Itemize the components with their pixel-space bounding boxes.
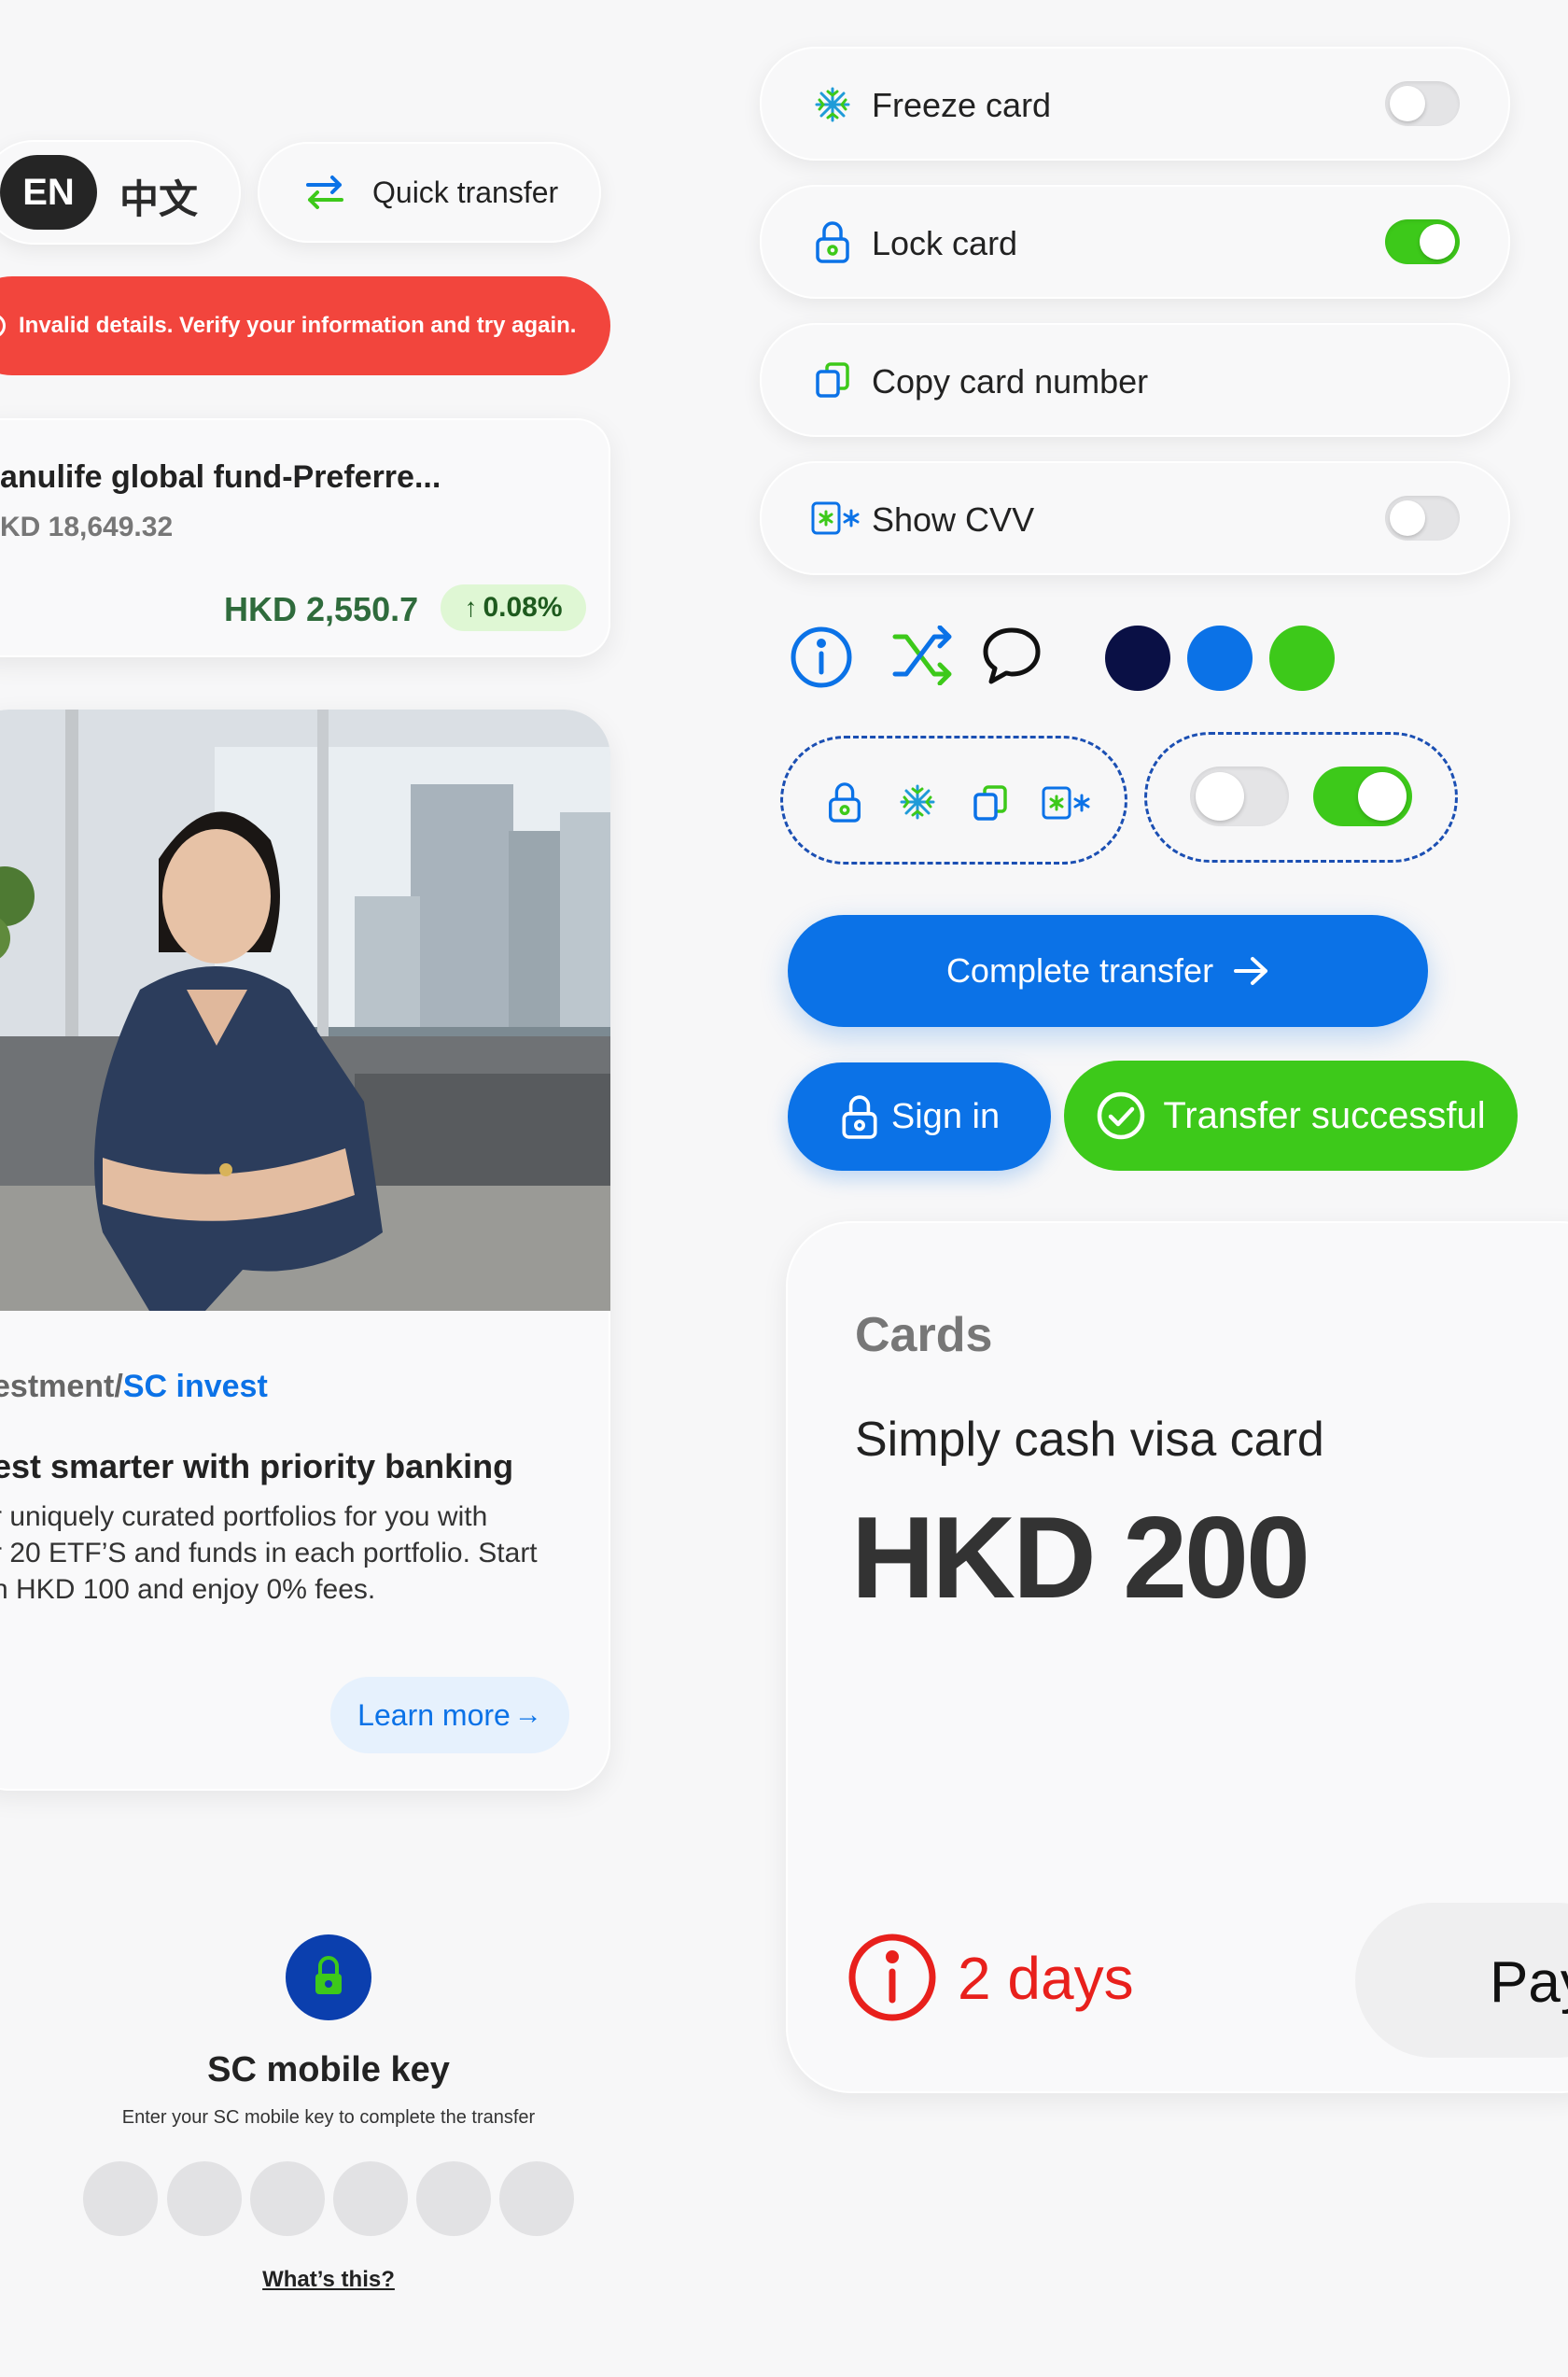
promo-title: est smarter with priority banking (0, 1447, 514, 1485)
copy-card-number-row[interactable]: Copy card number (760, 323, 1510, 437)
fund-card[interactable]: anulife global fund-Preferre... KD 18,64… (0, 418, 610, 657)
error-icon (0, 314, 6, 338)
lock-card-toggle[interactable] (1385, 219, 1460, 264)
promo-photo (0, 710, 610, 1311)
complete-transfer-label: Complete transfer (945, 951, 1214, 990)
pay-button[interactable]: Pay (1355, 1903, 1568, 2058)
snowflake-icon (814, 86, 851, 123)
snowflake-icon-small (899, 783, 936, 821)
whats-this-link[interactable]: What’s this? (0, 2267, 657, 2293)
chat-bubble-icon (981, 626, 1043, 685)
cards-panel: Cards Simply cash visa card HKD 200 2 da… (786, 1221, 1568, 2093)
promo-breadcrumb: estment/SC invest (0, 1369, 268, 1405)
error-banner: Invalid details. Verify your information… (0, 276, 610, 375)
sign-in-button[interactable]: Sign in (788, 1062, 1051, 1171)
mobile-key-subtitle: Enter your SC mobile key to complete the… (121, 2107, 536, 2128)
pin-digit-1[interactable] (83, 2161, 158, 2236)
color-swatch-blue (1187, 626, 1253, 691)
quick-transfer-button[interactable]: Quick transfer (258, 142, 601, 243)
quick-transfer-label: Quick transfer (372, 176, 559, 209)
change-badge: ↑ 0.08% (441, 584, 586, 631)
pay-label: Pay (1490, 1950, 1568, 2015)
shuffle-icon (891, 626, 955, 685)
cards-heading: Cards (855, 1308, 993, 1362)
mobile-key-title: SC mobile key (207, 2050, 450, 2089)
color-swatch-navy (1105, 626, 1170, 691)
lock-card-row[interactable]: Lock card (760, 185, 1510, 299)
change-value: 0.08% (483, 592, 563, 623)
cvv-icon (810, 500, 861, 536)
pin-digit-5[interactable] (416, 2161, 491, 2236)
pin-digit-6[interactable] (499, 2161, 574, 2236)
transfer-arrows-icon (302, 170, 347, 215)
language-zh-button[interactable]: 中文 (119, 168, 198, 225)
freeze-card-label: Freeze card (872, 86, 1052, 124)
freeze-card-toggle[interactable] (1385, 81, 1460, 126)
fund-name: anulife global fund-Preferre... (0, 459, 441, 495)
copy-icon-small (972, 783, 1009, 823)
error-message: Invalid details. Verify your information… (19, 313, 577, 338)
toggle-off-sample[interactable] (1190, 767, 1289, 826)
lock-icon-small (826, 781, 863, 823)
color-swatch-green (1269, 626, 1335, 691)
arrow-right-icon (1234, 957, 1268, 985)
mobile-key-badge (286, 1934, 371, 2020)
sc-invest-link[interactable]: SC invest (123, 1369, 268, 1404)
show-cvv-toggle[interactable] (1385, 496, 1460, 541)
due-info-icon (847, 1933, 937, 2022)
card-name: Simply cash visa card (855, 1413, 1324, 1467)
learn-more-label: Learn more (357, 1697, 511, 1732)
arrow-right-icon: → (513, 1699, 542, 1730)
sign-in-label: Sign in (890, 1096, 1001, 1136)
pin-digit-2[interactable] (167, 2161, 242, 2236)
card-amount: HKD 200 (851, 1494, 1310, 1623)
breadcrumb-prefix: estment/ (0, 1369, 123, 1404)
copy-icon (814, 360, 851, 400)
transfer-successful-label: Transfer successful (1163, 1094, 1486, 1136)
freeze-card-row[interactable]: Freeze card (760, 47, 1510, 161)
info-icon (790, 626, 853, 689)
due-days: 2 days (958, 1945, 1134, 2012)
check-circle-icon (1098, 1091, 1145, 1140)
learn-more-button[interactable]: Learn more → (330, 1677, 569, 1753)
promo-body-line-2: r 20 ETF’S and funds in each portfolio. … (0, 1538, 538, 1568)
show-cvv-label: Show CVV (872, 500, 1035, 539)
transfer-successful-button[interactable]: Transfer successful (1064, 1061, 1518, 1171)
copy-card-number-label: Copy card number (872, 362, 1149, 401)
arrow-up-icon: ↑ (464, 593, 478, 622)
padlock-icon (315, 1956, 342, 1994)
promo-body-line-3: n HKD 100 and enjoy 0% fees. (0, 1574, 376, 1605)
promo-body-line-1: r uniquely curated portfolios for you wi… (0, 1501, 488, 1532)
promo-card: estment/SC invest est smarter with prior… (0, 710, 610, 1791)
fund-value: HKD 2,550.7 (224, 590, 419, 628)
lock-icon (814, 220, 851, 263)
lock-icon (842, 1095, 877, 1139)
fund-balance: KD 18,649.32 (0, 512, 174, 542)
show-cvv-row[interactable]: Show CVV (760, 461, 1510, 575)
lock-card-label: Lock card (872, 224, 1018, 262)
complete-transfer-button[interactable]: Complete transfer (788, 915, 1428, 1027)
language-en-label: EN (22, 171, 75, 213)
icon-set-group (780, 736, 1127, 865)
toggle-on-sample[interactable] (1313, 767, 1412, 826)
pin-digit-3[interactable] (250, 2161, 325, 2236)
cvv-icon-small (1041, 785, 1091, 821)
pin-digit-4[interactable] (333, 2161, 408, 2236)
toggle-states-group (1144, 732, 1458, 863)
language-en-button[interactable]: EN (0, 155, 97, 230)
